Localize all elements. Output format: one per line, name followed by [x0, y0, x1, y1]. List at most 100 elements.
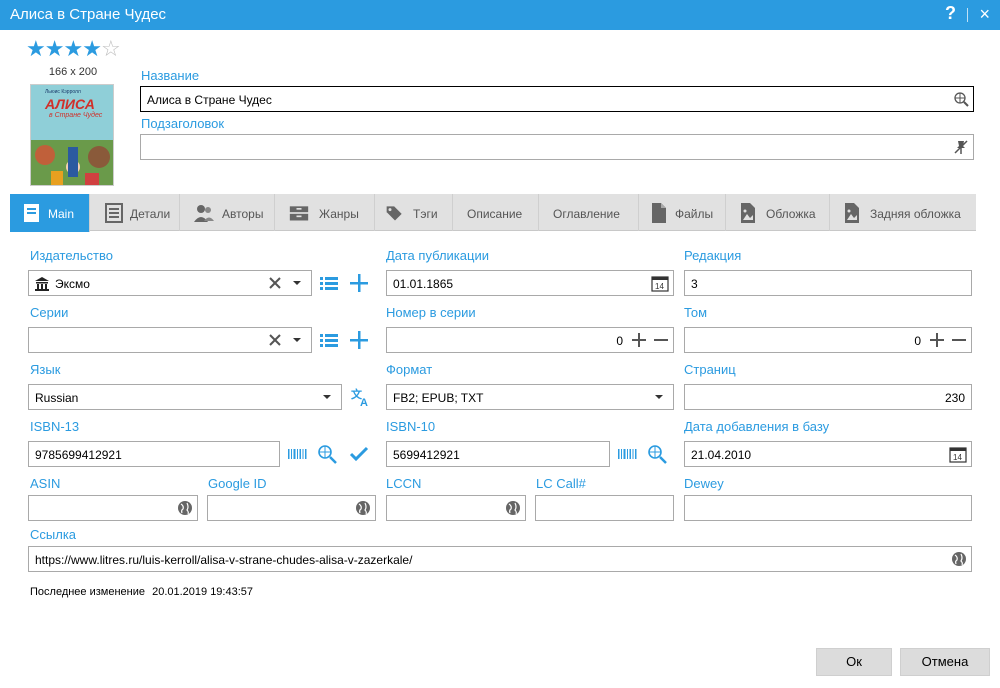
lccn-input[interactable]: [386, 495, 526, 521]
image-icon: [741, 203, 755, 223]
series-no-label: Номер в серии: [386, 305, 476, 320]
tab-genres[interactable]: Жанры: [275, 194, 375, 231]
calendar-icon[interactable]: 14: [651, 274, 669, 292]
plus-icon[interactable]: [631, 332, 647, 348]
edition-label: Редакция: [684, 248, 742, 263]
calendar-icon[interactable]: 14: [949, 445, 967, 463]
star-icon[interactable]: ★: [63, 36, 83, 61]
isbn13-label: ISBN-13: [30, 419, 80, 434]
tab-authors[interactable]: Авторы: [180, 194, 275, 231]
web-search-icon[interactable]: [953, 91, 969, 107]
star-icon[interactable]: ☆: [101, 36, 121, 61]
isbn13-input[interactable]: 9785699412921: [28, 441, 280, 467]
pin-off-icon[interactable]: [953, 139, 969, 155]
pub-date-input[interactable]: 01.01.1865 14: [386, 270, 674, 296]
last-modified-value: 20.01.2019 19:43:57: [152, 586, 254, 598]
globe-icon[interactable]: [505, 500, 521, 516]
svg-text:14: 14: [953, 453, 962, 462]
link-input[interactable]: https://www.litres.ru/luis-kerroll/alisa…: [28, 546, 972, 572]
tab-details[interactable]: Детали: [90, 194, 180, 231]
dewey-input[interactable]: [684, 495, 972, 521]
pages-input[interactable]: 230: [684, 384, 972, 410]
series-label: Серии: [30, 305, 69, 320]
tab-tags[interactable]: Тэги: [375, 194, 453, 231]
publisher-select[interactable]: Эксмо: [28, 270, 312, 296]
date-added-input[interactable]: 21.04.2010 14: [684, 441, 972, 467]
cancel-button[interactable]: Отмена: [900, 648, 990, 676]
minus-icon[interactable]: [951, 332, 967, 348]
chevron-down-icon[interactable]: [289, 275, 305, 291]
clear-icon[interactable]: [267, 275, 283, 291]
date-added-value: 21.04.2010: [691, 448, 752, 462]
tab-main[interactable]: Main: [10, 194, 90, 232]
date-added-label: Дата добавления в базу: [684, 419, 830, 434]
lc-call-label: LC Call#: [536, 476, 586, 491]
minus-icon[interactable]: [653, 332, 669, 348]
cover-image[interactable]: Льюис Кэрролл АЛИСА в Стране Чудес: [30, 84, 114, 186]
series-no-stepper[interactable]: 0: [386, 327, 674, 353]
series-select[interactable]: [28, 327, 312, 353]
list-icon: [105, 203, 123, 223]
volume-label: Том: [684, 305, 708, 320]
dewey-label: Dewey: [684, 476, 724, 491]
barcode-icon[interactable]: [616, 443, 638, 465]
tab-files[interactable]: Файлы: [639, 194, 726, 231]
chevron-down-icon[interactable]: [319, 389, 335, 405]
rating-stars[interactable]: ★★★★☆: [26, 36, 121, 61]
list-edit-icon[interactable]: [318, 272, 340, 294]
add-icon[interactable]: [348, 329, 370, 351]
edition-input[interactable]: 3: [684, 270, 972, 296]
add-icon[interactable]: [348, 272, 370, 294]
title-bar-divider: [967, 8, 968, 22]
chevron-down-icon[interactable]: [289, 332, 305, 348]
web-search-icon[interactable]: [646, 443, 668, 465]
cover-title-line2: в Стране Чудес: [49, 111, 103, 119]
star-icon[interactable]: ★: [26, 36, 46, 61]
globe-icon[interactable]: [355, 500, 371, 516]
clear-icon[interactable]: [267, 332, 283, 348]
book-icon: [24, 204, 39, 222]
isbn10-input[interactable]: 5699412921: [386, 441, 610, 467]
tab-toc[interactable]: Оглавление: [539, 194, 639, 231]
format-select[interactable]: FB2; EPUB; TXT: [386, 384, 674, 410]
volume-stepper[interactable]: 0: [684, 327, 972, 353]
title-bar: Алиса в Стране Чудес ? ×: [0, 0, 1000, 30]
asin-input[interactable]: [28, 495, 198, 521]
star-icon[interactable]: ★: [45, 36, 65, 61]
language-label: Язык: [30, 362, 61, 377]
isbn10-label: ISBN-10: [386, 419, 436, 434]
tab-genres-label: Жанры: [319, 207, 359, 221]
shelf-icon: [289, 206, 309, 221]
tab-toc-label: Оглавление: [553, 207, 620, 221]
help-button[interactable]: ?: [945, 3, 956, 24]
language-value: Russian: [35, 391, 79, 405]
google-id-input[interactable]: [207, 495, 376, 521]
ok-button[interactable]: Ок: [816, 648, 892, 676]
web-search-icon[interactable]: [316, 443, 338, 465]
tab-back-cover-label: Задняя обложка: [870, 207, 961, 221]
tab-cover[interactable]: Обложка: [726, 194, 830, 231]
svg-text:14: 14: [655, 282, 664, 291]
tab-back-cover[interactable]: Задняя обложка: [830, 194, 976, 231]
globe-icon[interactable]: [951, 551, 967, 567]
language-select[interactable]: Russian: [28, 384, 342, 410]
chevron-down-icon[interactable]: [651, 389, 667, 405]
checkmark-icon[interactable]: [348, 443, 370, 465]
list-edit-icon[interactable]: [318, 329, 340, 351]
title-value: Алиса в Стране Чудес: [147, 93, 272, 107]
lc-call-input[interactable]: [535, 495, 674, 521]
close-button[interactable]: ×: [979, 4, 990, 25]
users-icon: [194, 205, 214, 222]
tab-description[interactable]: Описание: [453, 194, 539, 231]
globe-icon[interactable]: [177, 500, 193, 516]
svg-text:A: A: [360, 397, 368, 408]
title-input[interactable]: Алиса в Стране Чудес: [140, 86, 974, 112]
plus-icon[interactable]: [929, 332, 945, 348]
barcode-icon[interactable]: [286, 443, 308, 465]
tab-main-label: Main: [48, 207, 75, 221]
tab-tags-label: Тэги: [413, 207, 438, 221]
tab-authors-label: Авторы: [222, 207, 264, 221]
translate-icon[interactable]: 文A: [350, 386, 372, 408]
star-icon[interactable]: ★: [82, 36, 102, 61]
subtitle-input[interactable]: [140, 134, 974, 160]
